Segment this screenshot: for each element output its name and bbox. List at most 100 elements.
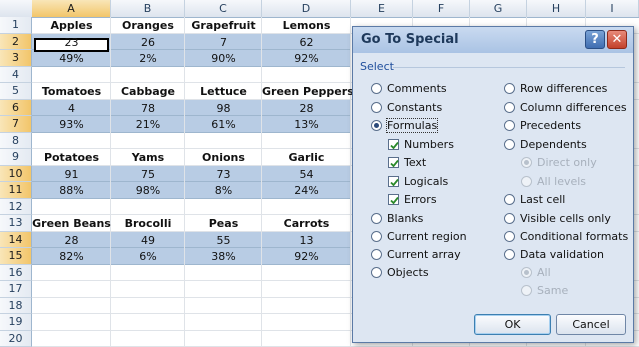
dialog-titlebar[interactable]: Go To Special ? ✕ (353, 27, 633, 53)
cell-b13[interactable]: Brocolli (111, 216, 185, 233)
cell-b11[interactable]: 98% (111, 183, 185, 200)
cell-c15[interactable]: 38% (185, 249, 262, 266)
cell-a5[interactable]: Tomatoes (32, 84, 111, 101)
cell-d15[interactable]: 92% (262, 249, 351, 266)
cell-b7[interactable]: 21% (111, 117, 185, 134)
option-current-array-label: Current array (387, 248, 461, 261)
cell-a3[interactable]: 49% (32, 51, 111, 68)
cell-d14[interactable]: 13 (262, 233, 351, 250)
checkbox-numbers-label: Numbers (404, 138, 454, 151)
close-button[interactable]: ✕ (607, 30, 627, 49)
cell-c3[interactable]: 90% (185, 51, 262, 68)
cell-d3[interactable]: 92% (262, 51, 351, 68)
row-header-3[interactable]: 3 (0, 50, 32, 67)
cell-d5[interactable]: Green Peppers (262, 84, 354, 101)
row-header-19[interactable]: 19 (0, 314, 32, 331)
row-header-18[interactable]: 18 (0, 297, 32, 314)
column-header-g[interactable]: G (470, 0, 527, 17)
cell-a1[interactable]: Apples (32, 18, 111, 35)
cell-b14[interactable]: 49 (111, 233, 185, 250)
cell-d6[interactable]: 28 (262, 101, 351, 118)
ok-button[interactable]: OK (474, 314, 551, 335)
cell-d11[interactable]: 24% (262, 183, 351, 200)
cell-a6[interactable]: 4 (32, 101, 111, 118)
row-header-2[interactable]: 2 (0, 33, 32, 50)
column-header-f[interactable]: F (413, 0, 470, 17)
cell-d10[interactable]: 54 (262, 167, 351, 184)
row-header-1[interactable]: 1 (0, 17, 32, 34)
radio-icon (504, 213, 515, 224)
cell-a15[interactable]: 82% (32, 249, 111, 266)
cell-d1[interactable]: Lemons (262, 18, 351, 35)
row-header-12[interactable]: 12 (0, 198, 32, 215)
row-header-20[interactable]: 20 (0, 330, 32, 347)
row-header-7[interactable]: 7 (0, 116, 32, 133)
cell-b9[interactable]: Yams (111, 150, 185, 167)
select-all-corner[interactable] (0, 0, 33, 17)
row-header-5[interactable]: 5 (0, 83, 32, 100)
cell-a14[interactable]: 28 (32, 233, 111, 250)
row-header-6[interactable]: 6 (0, 99, 32, 116)
row-header-11[interactable]: 11 (0, 182, 32, 199)
cell-d2[interactable]: 62 (262, 35, 351, 52)
cell-a11[interactable]: 88% (32, 183, 111, 200)
cell-a7[interactable]: 93% (32, 117, 111, 134)
cell-b10[interactable]: 75 (111, 167, 185, 184)
radio-icon (504, 139, 515, 150)
cell-b3[interactable]: 2% (111, 51, 185, 68)
cell-c9[interactable]: Onions (185, 150, 262, 167)
column-header-b[interactable]: B (111, 0, 185, 17)
option-direct-only-label: Direct only (537, 156, 597, 169)
cell-c10[interactable]: 73 (185, 167, 262, 184)
row-header-13[interactable]: 13 (0, 215, 32, 232)
radio-icon (504, 83, 515, 94)
cell-b5[interactable]: Cabbage (111, 84, 185, 101)
radio-icon (371, 249, 382, 260)
cell-c1[interactable]: Grapefruit (185, 18, 262, 35)
radio-icon (371, 213, 382, 224)
radio-icon (371, 102, 382, 113)
cell-d7[interactable]: 13% (262, 117, 351, 134)
cell-b15[interactable]: 6% (111, 249, 185, 266)
row-header-9[interactable]: 9 (0, 149, 32, 166)
cell-a9[interactable]: Potatoes (32, 150, 111, 167)
checkbox-logicals-label: Logicals (404, 175, 449, 188)
cell-b1[interactable]: Oranges (111, 18, 185, 35)
row-header-10[interactable]: 10 (0, 165, 32, 182)
help-button[interactable]: ? (585, 30, 605, 49)
row-header-15[interactable]: 15 (0, 248, 32, 265)
cell-c2[interactable]: 7 (185, 35, 262, 52)
column-header-c[interactable]: C (185, 0, 262, 17)
cell-b2[interactable]: 26 (111, 35, 185, 52)
cell-a2[interactable]: 23 (32, 35, 111, 52)
row-header-4[interactable]: 4 (0, 66, 32, 83)
column-header-d[interactable]: D (262, 0, 351, 17)
radio-selected-icon (521, 267, 532, 278)
checkbox-checked-icon (388, 176, 399, 187)
cell-c14[interactable]: 55 (185, 233, 262, 250)
row-header-17[interactable]: 17 (0, 281, 32, 298)
option-row-differences-label: Row differences (520, 82, 608, 95)
cell-c5[interactable]: Lettuce (185, 84, 262, 101)
column-header-a[interactable]: A (32, 0, 111, 17)
cell-c11[interactable]: 8% (185, 183, 262, 200)
column-header-i[interactable]: I (586, 0, 639, 17)
cell-b6[interactable]: 78 (111, 101, 185, 118)
row-header-8[interactable]: 8 (0, 132, 32, 149)
close-icon: ✕ (611, 32, 623, 47)
select-group-label: Select (360, 60, 394, 73)
cell-d9[interactable]: Garlic (262, 150, 351, 167)
cancel-button[interactable]: Cancel (556, 314, 626, 335)
cell-c7[interactable]: 61% (185, 117, 262, 134)
cell-c13[interactable]: Peas (185, 216, 262, 233)
select-group-divider (393, 67, 625, 68)
cell-d13[interactable]: Carrots (262, 216, 351, 233)
column-header-e[interactable]: E (351, 0, 413, 17)
column-header-h[interactable]: H (527, 0, 586, 17)
cell-c6[interactable]: 98 (185, 101, 262, 118)
option-all-levels-label: All levels (537, 175, 587, 188)
row-header-14[interactable]: 14 (0, 231, 32, 248)
row-header-16[interactable]: 16 (0, 264, 32, 281)
cell-a13[interactable]: Green Beans (32, 216, 111, 233)
cell-a10[interactable]: 91 (32, 167, 111, 184)
